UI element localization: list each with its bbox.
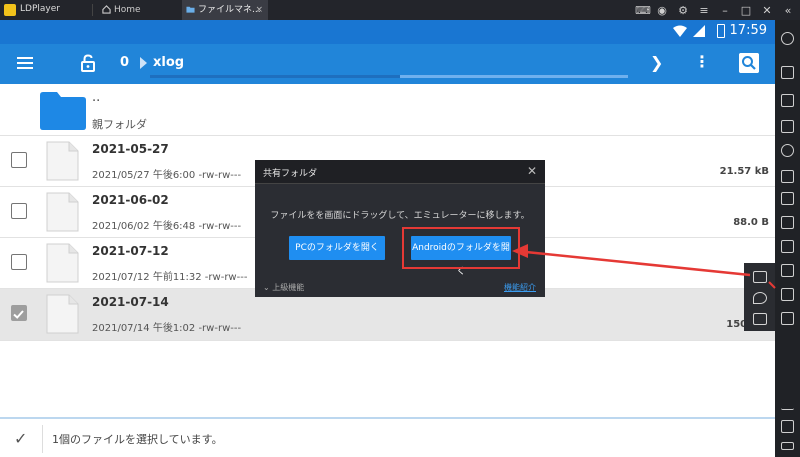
file-icon: [46, 243, 79, 283]
collapse-sidebar-icon[interactable]: «: [782, 4, 794, 17]
shared-folder-popout: [744, 263, 775, 331]
tab-home-label: Home: [114, 5, 141, 15]
file-name: 2021-07-12: [92, 244, 169, 258]
dialog-message: ファイルをを画面にドラッグして、エミュレーターに移します。: [270, 211, 530, 221]
clock: 17:59: [729, 23, 767, 38]
volume-down-icon[interactable]: [781, 94, 794, 107]
file-checkbox[interactable]: [11, 254, 27, 270]
hamburger-icon[interactable]: [17, 56, 33, 70]
selection-bar: ✓ 1個のファイルを選択しています。: [0, 417, 775, 457]
sync-icon[interactable]: [781, 264, 794, 277]
file-icon: [46, 141, 79, 181]
apk-install-icon[interactable]: [781, 192, 794, 205]
parent-dots: ..: [92, 90, 101, 105]
tab-home[interactable]: Home: [98, 0, 180, 20]
shared-folder-dialog: 共有フォルダ ✕ ファイルをを画面にドラッグして、エミュレーターに移します。 P…: [255, 160, 545, 297]
file-size: 21.57 kB: [719, 166, 769, 177]
check-icon[interactable]: ✓: [14, 429, 27, 448]
location-icon[interactable]: [753, 292, 767, 304]
chevron-down-icon: ⌄: [263, 283, 273, 292]
check-icon: [13, 310, 24, 319]
shake-icon[interactable]: [753, 313, 767, 325]
feature-intro-link[interactable]: 機能紹介: [504, 282, 536, 293]
signal-icon: [693, 25, 705, 37]
parent-folder-label: 親フォルダ: [92, 118, 147, 131]
more-options-icon[interactable]: [781, 312, 794, 325]
breadcrumb-chevron-icon: [140, 57, 147, 69]
close-icon[interactable]: ✕: [527, 164, 537, 178]
window-controls: ⌨ ◉ ⚙ ≡ – □ ✕ «: [635, 0, 794, 20]
emulator-sidebar: [775, 20, 800, 457]
file-size: 88.0 B: [733, 217, 769, 228]
volume-up-icon[interactable]: [781, 66, 794, 79]
open-pc-folder-button[interactable]: PCのフォルダを開く: [289, 236, 385, 260]
breadcrumb-scroll-thumb[interactable]: [400, 75, 628, 78]
divider: [42, 425, 43, 453]
highlight-box: [402, 227, 520, 269]
account-icon[interactable]: ◉: [656, 4, 668, 17]
ldplayer-logo-icon: [4, 4, 16, 16]
file-name: 2021-06-02: [92, 193, 169, 207]
fullscreen-icon[interactable]: [781, 120, 794, 133]
file-name: 2021-05-27: [92, 142, 169, 156]
tab-close-icon[interactable]: ×: [255, 0, 263, 20]
minimize-icon[interactable]: –: [719, 4, 731, 17]
file-checkbox-checked[interactable]: [11, 305, 27, 321]
video-icon[interactable]: [781, 240, 794, 253]
close-icon[interactable]: ✕: [761, 4, 773, 17]
file-meta: 2021/06/02 午後6:48 -rw-rw---: [92, 221, 242, 232]
tab-file-manager-label: ファイルマネ...: [198, 5, 261, 15]
app-name: LDPlayer: [20, 4, 60, 14]
chevron-right-icon[interactable]: ❯: [650, 53, 663, 72]
more-vertical-icon[interactable]: ⋮: [694, 52, 710, 71]
wifi-icon: [673, 25, 687, 37]
file-meta: 2021/05/27 午後6:00 -rw-rw---: [92, 170, 242, 181]
status-bar: 17:59: [0, 20, 775, 44]
back-icon[interactable]: [781, 397, 794, 410]
maximize-icon[interactable]: □: [740, 4, 752, 17]
folder-icon: [40, 92, 86, 130]
record-icon[interactable]: [781, 144, 794, 157]
battery-icon: [717, 24, 725, 38]
parent-folder-row[interactable]: .. 親フォルダ: [0, 84, 775, 136]
scissors-icon[interactable]: [781, 216, 794, 229]
file-meta: 2021/07/14 午後1:02 -rw-rw---: [92, 323, 242, 334]
emulator-titlebar: LDPlayer Home ファイルマネ... × ⌨ ◉ ⚙ ≡ – □ ✕ …: [0, 0, 800, 20]
file-icon: [46, 192, 79, 232]
rotate-icon[interactable]: [781, 288, 794, 301]
advanced-toggle[interactable]: ⌄ 上級機能: [263, 282, 304, 293]
tab-file-manager[interactable]: ファイルマネ... ×: [182, 0, 268, 20]
breadcrumb-current[interactable]: xlog: [153, 55, 184, 70]
dialog-header: 共有フォルダ ✕: [255, 160, 545, 184]
search-icon[interactable]: [739, 53, 759, 73]
file-icon: [46, 294, 79, 334]
advanced-label: 上級機能: [272, 283, 305, 292]
file-checkbox[interactable]: [11, 152, 27, 168]
dialog-title: 共有フォルダ: [263, 169, 318, 179]
lock-icon[interactable]: [80, 54, 96, 72]
settings-gear-icon[interactable]: [781, 32, 794, 45]
file-meta: 2021/07/12 午前11:32 -rw-rw---: [92, 272, 248, 283]
file-manager-toolbar: 0 xlog ❯ ⋮: [0, 44, 775, 84]
file-name: 2021-07-14: [92, 295, 169, 309]
file-checkbox[interactable]: [11, 203, 27, 219]
settings-icon[interactable]: ⚙: [677, 4, 689, 17]
menu-icon[interactable]: ≡: [698, 4, 710, 17]
breadcrumb-root[interactable]: 0: [120, 55, 129, 70]
folder-tab-icon: [186, 6, 195, 13]
gamepad-icon[interactable]: ⌨: [635, 4, 651, 17]
selection-status: 1個のファイルを選択しています。: [52, 433, 223, 446]
recent-apps-icon[interactable]: [781, 442, 794, 450]
home-nav-icon[interactable]: [781, 420, 794, 433]
screenshot-icon[interactable]: [781, 170, 794, 183]
folder-icon[interactable]: [753, 271, 767, 283]
home-icon: [102, 5, 111, 14]
tab-divider: [92, 4, 93, 16]
